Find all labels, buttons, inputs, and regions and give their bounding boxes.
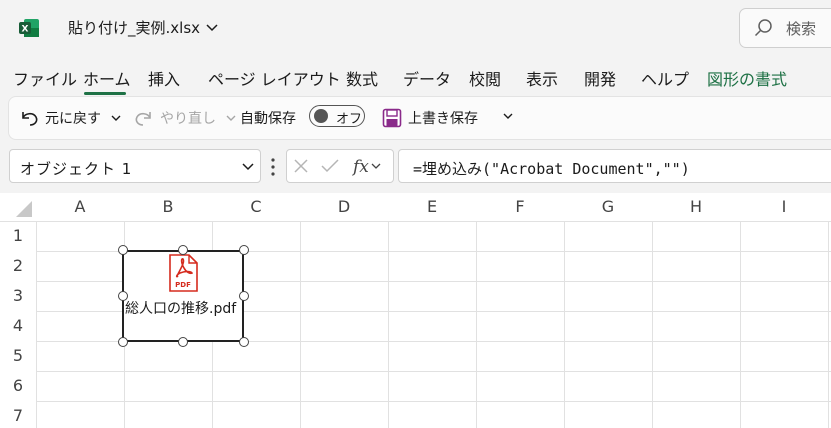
tab-data[interactable]: データ <box>403 66 451 90</box>
row-header-2[interactable]: 2 <box>0 256 36 275</box>
redo-icon <box>135 112 151 126</box>
column-header-e[interactable]: E <box>388 193 476 221</box>
resize-handle-top-left[interactable] <box>118 245 128 255</box>
insert-function-icon[interactable]: fx <box>351 156 381 176</box>
search-label: 検索 <box>786 19 817 38</box>
document-title-text: 貼り付け_実例.xlsx <box>68 19 201 37</box>
name-box[interactable]: オブジェクト 1 <box>9 149 261 183</box>
title-bar: X 貼り付け_実例.xlsx 検索 <box>0 0 831 58</box>
more-options-icon[interactable] <box>270 157 276 177</box>
row-header-4[interactable]: 4 <box>0 316 36 335</box>
grid-line <box>300 221 301 428</box>
grid-line <box>36 221 37 428</box>
resize-handle-bottom-left[interactable] <box>118 337 128 347</box>
svg-text:fx: fx <box>351 157 369 176</box>
resize-handle-bottom-right[interactable] <box>239 337 249 347</box>
row-header-1[interactable]: 1 <box>0 226 36 245</box>
save-label: 上書き保存 <box>408 111 478 127</box>
active-tab-indicator <box>84 92 126 95</box>
chevron-down-icon <box>206 23 218 31</box>
formula-text: =埋め込み("Acrobat Document","") <box>413 160 690 178</box>
search-box[interactable]: 検索 <box>739 8 831 48</box>
column-header-h[interactable]: H <box>652 193 740 221</box>
autosave-label: 自動保存 <box>240 111 296 127</box>
autosave-toggle[interactable]: オフ <box>309 105 365 127</box>
column-header-d[interactable]: D <box>300 193 388 221</box>
autosave-state: オフ <box>336 112 363 127</box>
chevron-down-icon <box>226 115 236 121</box>
resize-handle-top-right[interactable] <box>239 245 249 255</box>
cancel-icon[interactable] <box>293 158 309 174</box>
grid-line <box>828 221 829 428</box>
grid-line <box>740 221 741 428</box>
embedded-object-filename: 総人口の推移.pdf <box>125 301 237 317</box>
customize-toolbar-chevron-icon[interactable] <box>503 113 513 121</box>
formula-input[interactable]: =埋め込み("Acrobat Document","") <box>398 149 831 183</box>
resize-handle-top[interactable] <box>178 245 188 255</box>
resize-handle-left[interactable] <box>118 291 128 301</box>
grid-line <box>652 221 653 428</box>
grid-line <box>36 371 831 372</box>
redo-label: やり直し <box>160 111 216 127</box>
column-header-g[interactable]: G <box>564 193 652 221</box>
svg-text:X: X <box>22 25 29 35</box>
column-header-a[interactable]: A <box>36 193 124 221</box>
tab-help[interactable]: ヘルプ <box>641 66 689 90</box>
save-button[interactable]: 上書き保存 <box>382 108 478 128</box>
pdf-icon-text: PDF <box>175 281 191 289</box>
chevron-down-icon <box>111 115 121 121</box>
undo-icon <box>22 112 38 126</box>
column-header-b[interactable]: B <box>124 193 212 221</box>
name-box-value: オブジェクト 1 <box>20 160 133 178</box>
tab-file[interactable]: ファイル <box>13 66 77 90</box>
undo-button[interactable]: 元に戻す <box>19 108 121 128</box>
grid-line <box>388 221 389 428</box>
formula-controls: fx <box>286 149 394 183</box>
tab-developer[interactable]: 開発 <box>584 66 616 90</box>
toggle-knob <box>314 109 328 123</box>
row-header-3[interactable]: 3 <box>0 286 36 305</box>
redo-button[interactable]: やり直し <box>134 108 236 128</box>
grid-line <box>36 401 831 402</box>
grid-line <box>564 221 565 428</box>
tab-page-layout[interactable]: ページ レイアウト <box>208 66 341 90</box>
formula-bar: オブジェクト 1 fx =埋め込み("Acrobat Document","") <box>0 145 831 189</box>
grid-line <box>476 221 477 428</box>
quick-ribbon: 元に戻す やり直し 自動保存 オフ 上書き保存 <box>8 96 831 140</box>
undo-label: 元に戻す <box>45 111 101 127</box>
enter-check-icon[interactable] <box>321 158 339 174</box>
document-title[interactable]: 貼り付け_実例.xlsx <box>68 17 218 38</box>
tab-home[interactable]: ホーム <box>83 66 131 90</box>
row-header-6[interactable]: 6 <box>0 376 36 395</box>
tab-shape-format[interactable]: 図形の書式 <box>707 66 787 90</box>
select-all-corner[interactable] <box>0 193 36 221</box>
excel-logo-icon: X <box>19 19 39 37</box>
chevron-down-icon[interactable] <box>242 163 254 171</box>
tab-view[interactable]: 表示 <box>526 66 558 90</box>
search-icon <box>754 19 772 37</box>
column-header-c[interactable]: C <box>212 193 300 221</box>
column-header-f[interactable]: F <box>476 193 564 221</box>
pdf-file-icon: PDF <box>169 254 198 292</box>
save-icon <box>382 108 402 128</box>
resize-handle-right[interactable] <box>239 291 249 301</box>
worksheet-grid[interactable]: A B C D E F G H I 1 2 3 4 5 6 7 PDF 総人口の… <box>0 193 831 428</box>
tab-review[interactable]: 校閲 <box>469 66 501 90</box>
grid-line <box>0 221 831 222</box>
row-header-7[interactable]: 7 <box>0 406 36 425</box>
column-header-i[interactable]: I <box>740 193 828 221</box>
tab-formulas[interactable]: 数式 <box>346 66 378 90</box>
resize-handle-bottom[interactable] <box>178 337 188 347</box>
tab-insert[interactable]: 挿入 <box>148 66 180 90</box>
ribbon-tabs: ファイル ホーム 挿入 ページ レイアウト 数式 データ 校閲 表示 開発 ヘル… <box>0 62 831 95</box>
row-header-5[interactable]: 5 <box>0 346 36 365</box>
